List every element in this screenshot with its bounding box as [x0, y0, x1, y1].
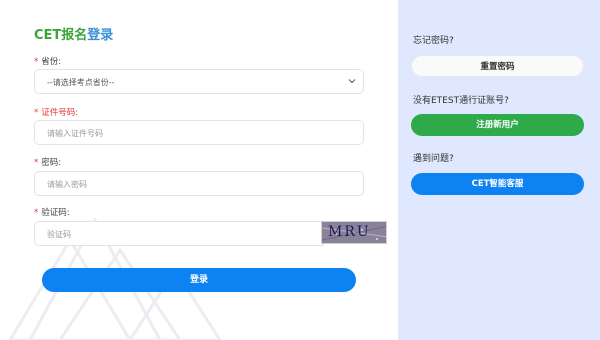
required-mark: *: [34, 57, 39, 67]
help-sidebar: [398, 0, 600, 340]
id-number-input[interactable]: 请输入证件号码: [34, 120, 364, 145]
login-button[interactable]: 登录: [42, 268, 356, 292]
province-label: * 省份:: [34, 57, 62, 67]
chevron-down-icon: [348, 79, 356, 84]
id-number-placeholder: 请输入证件号码: [47, 129, 103, 138]
province-select[interactable]: --请选择考点省份--: [34, 69, 364, 94]
register-button[interactable]: 注册新用户: [411, 114, 584, 136]
problem-text: 遇到问题?: [413, 154, 454, 164]
captcha-label: * 验证码:: [34, 208, 70, 218]
support-button[interactable]: CET智能客服: [411, 173, 584, 195]
captcha-text: MRU: [328, 224, 371, 240]
required-mark: *: [34, 158, 39, 168]
required-mark: *: [34, 208, 39, 218]
no-account-text: 没有ETEST通行证账号?: [413, 96, 509, 106]
province-select-value: --请选择考点省份--: [47, 78, 115, 87]
id-number-label: * 证件号码:: [34, 108, 79, 118]
required-mark: *: [34, 108, 39, 118]
captcha-input[interactable]: 验证码: [34, 221, 324, 246]
page-title: CET报名登录: [34, 24, 113, 43]
reset-password-button[interactable]: 重置密码: [411, 55, 584, 77]
title-brand: CET报名: [34, 28, 88, 43]
title-login: 登录: [87, 28, 114, 43]
password-placeholder: 请输入密码: [47, 180, 87, 189]
captcha-image[interactable]: MRU: [321, 221, 387, 244]
login-page: CET报名登录 * 省份: --请选择考点省份-- * 证件号码: 请输入证件号码 …: [0, 0, 600, 340]
login-panel: CET报名登录 * 省份: --请选择考点省份-- * 证件号码: 请输入证件号码 …: [0, 0, 398, 340]
password-label: * 密码:: [34, 158, 62, 168]
captcha-placeholder: 验证码: [47, 230, 71, 239]
forgot-password-text: 忘记密码?: [413, 36, 454, 46]
password-input[interactable]: 请输入密码: [34, 171, 364, 196]
